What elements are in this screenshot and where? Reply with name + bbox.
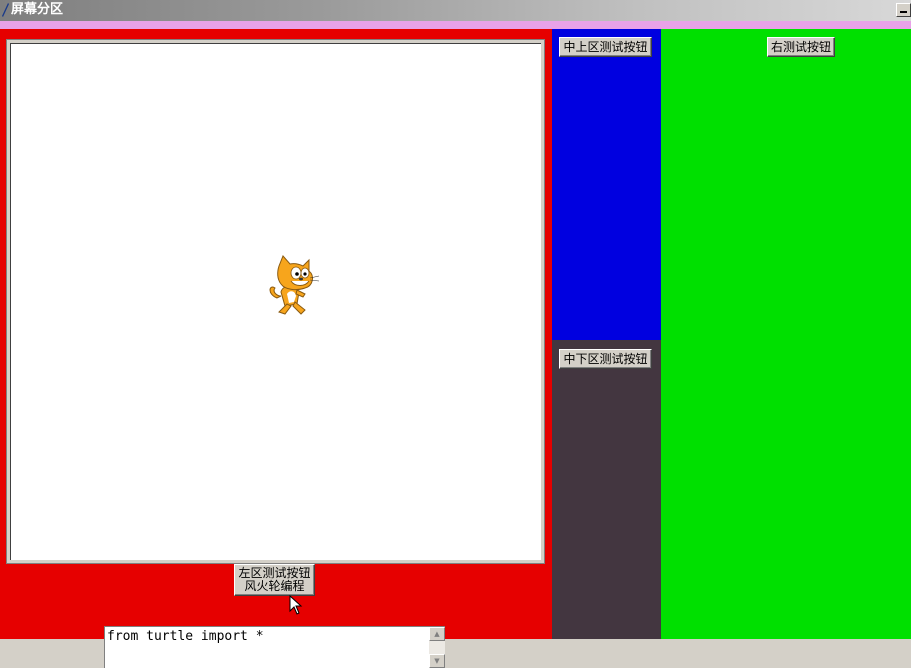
mouse-cursor-icon	[289, 595, 303, 615]
middle-bottom-test-button[interactable]: 中下区测试按钮	[559, 349, 652, 369]
code-editor[interactable]: from turtle import * ▲ ▼	[104, 626, 445, 668]
window-title: 屏幕分区	[11, 2, 64, 17]
scroll-down-icon[interactable]: ▼	[429, 654, 445, 668]
left-test-button-caption: 风火轮编程	[244, 579, 305, 593]
left-frame: 左区测试按钮 风火轮编程 from turtle import * ▲ ▼	[0, 29, 552, 668]
code-editor-text: from turtle import *	[107, 629, 264, 644]
feather-icon	[2, 3, 9, 17]
right-test-button[interactable]: 右测试按钮	[767, 37, 835, 57]
minimize-button[interactable]	[896, 3, 911, 17]
right-frame	[661, 29, 911, 639]
middle-top-frame	[552, 29, 661, 340]
scratch-cat-icon[interactable]	[263, 254, 323, 318]
turtle-canvas[interactable]	[6, 39, 545, 564]
minimize-icon	[900, 11, 907, 13]
middle-top-test-button[interactable]: 中上区测试按钮	[559, 37, 652, 57]
left-test-button[interactable]: 左区测试按钮 风火轮编程	[234, 564, 315, 596]
title-bar[interactable]: 屏幕分区	[0, 0, 911, 21]
middle-bottom-frame	[552, 340, 661, 639]
menu-strip	[0, 21, 911, 29]
editor-scrollbar[interactable]: ▲ ▼	[429, 627, 445, 668]
